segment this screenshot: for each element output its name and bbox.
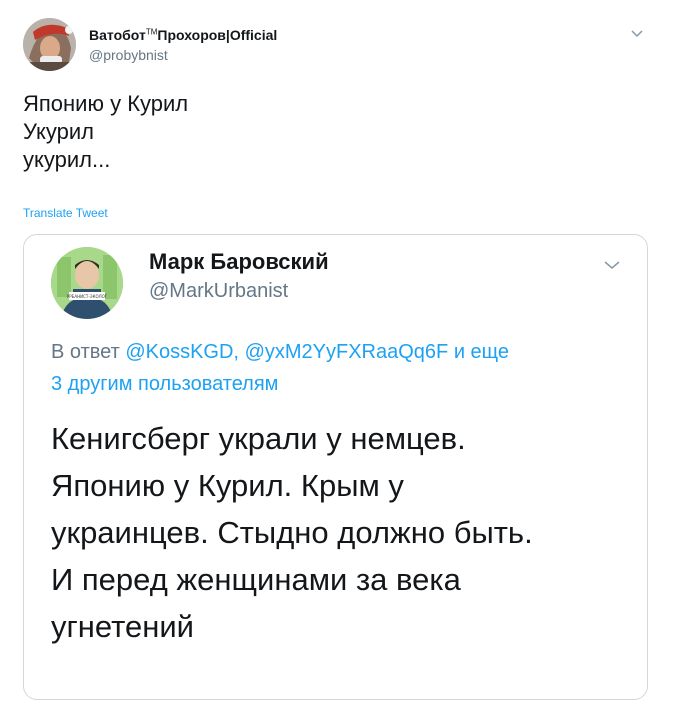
quoted-text-line: угнетений	[51, 609, 194, 644]
tweet-text-line: укурил...	[23, 147, 111, 172]
reply-context: В ответ @KossKGD, @yxM2YyFXRaaQq6F и еще…	[51, 336, 631, 400]
avatar-caption: УРБАНИСТ-ЭКОЛОГ	[67, 294, 108, 299]
author-name-part: Ватобот	[89, 27, 146, 43]
tweet: ВатоботTMПрохоров|Official @probybnist Я…	[0, 0, 677, 711]
chevron-down-icon	[631, 30, 643, 38]
trademark-mark: TM	[145, 27, 158, 37]
tweet-text: Японию у Курил Укурил укурил...	[23, 90, 188, 174]
author-name[interactable]: ВатоботTMПрохоров|Official	[89, 27, 277, 43]
author-name-rest: Прохоров|Official	[157, 27, 278, 43]
author-avatar[interactable]	[23, 18, 76, 71]
quoted-tweet-card[interactable]: УРБАНИСТ-ЭКОЛОГ Марк Баровский @MarkUrba…	[23, 234, 648, 700]
quoted-author-handle[interactable]: @MarkUrbanist	[149, 280, 288, 303]
avatar-image-icon	[23, 18, 76, 71]
tweet-text-line: Японию у Курил	[23, 91, 189, 116]
reply-prefix: В ответ	[51, 341, 120, 363]
quoted-text-line: И перед женщинами за века	[51, 562, 461, 597]
translate-tweet-link[interactable]: Translate Tweet	[23, 206, 108, 220]
tweet-text-line: Укурил	[23, 119, 94, 144]
author-handle[interactable]: @probybnist	[89, 47, 168, 63]
quoted-tweet-text: Кенигсберг украли у немцев. Японию у Кур…	[51, 415, 631, 650]
quoted-text-line: украинцев. Стыдно должно быть.	[51, 515, 533, 550]
chevron-down-icon	[604, 261, 620, 269]
mention-link[interactable]: @yxM2YyFXRaaQq6F	[245, 341, 449, 363]
avatar-image-icon: УРБАНИСТ-ЭКОЛОГ	[51, 247, 123, 319]
tweet-menu-button[interactable]	[629, 25, 645, 41]
reply-suffix[interactable]: и еще	[454, 341, 509, 363]
quoted-author-name[interactable]: Марк Баровский	[149, 249, 329, 275]
quoted-text-line: Кенигсберг украли у немцев.	[51, 421, 466, 456]
quoted-text-line: Японию у Курил. Крым у	[51, 468, 404, 503]
mention-link[interactable]: @KossKGD,	[125, 341, 239, 363]
quoted-author-avatar[interactable]: УРБАНИСТ-ЭКОЛОГ	[51, 247, 123, 319]
other-users-link[interactable]: 3 другим пользователям	[51, 373, 278, 395]
quoted-tweet-menu-button[interactable]	[602, 255, 622, 275]
